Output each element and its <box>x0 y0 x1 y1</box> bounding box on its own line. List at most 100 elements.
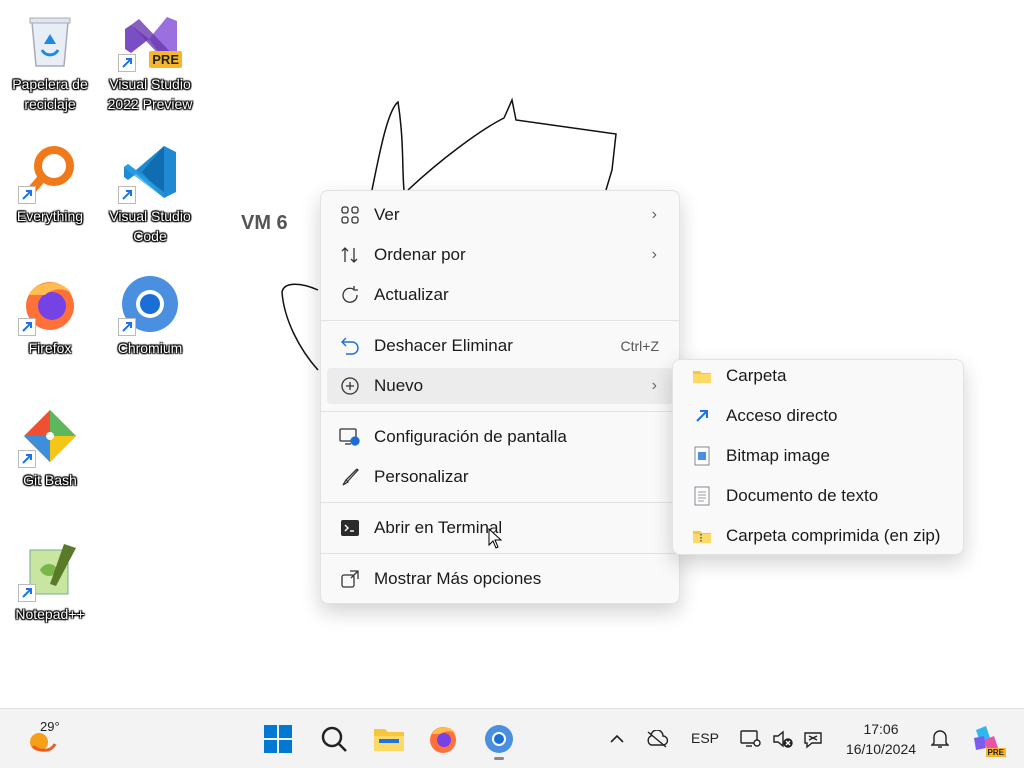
network-button[interactable] <box>793 719 833 759</box>
menu-item-label: Actualizar <box>374 285 449 304</box>
menu-item-label: Abrir en Terminal <box>374 518 503 537</box>
clock-time: 17:06 <box>863 721 899 737</box>
bitmap-icon <box>691 445 713 467</box>
cloud-offline-icon <box>647 730 669 748</box>
windows-logo-icon <box>264 725 292 753</box>
copilot-button[interactable]: PRE <box>966 719 1006 759</box>
submenu-item-carpeta-comprimida[interactable]: Carpeta comprimida (en zip) <box>679 518 959 554</box>
search-button[interactable] <box>314 719 354 759</box>
text-document-icon <box>691 485 713 507</box>
undo-icon <box>339 335 361 357</box>
menu-item-deshacer-eliminar[interactable]: Deshacer Eliminar Ctrl+Z <box>327 328 673 364</box>
menu-item-label: Ordenar por <box>374 245 466 264</box>
file-explorer-icon <box>374 729 404 751</box>
shortcut-arrow-icon <box>118 318 136 336</box>
menu-separator <box>321 502 679 503</box>
chromium-icon <box>485 725 513 753</box>
desktop-icon-visual-studio-2022-preview[interactable]: PRE Visual Studio 2022 Preview <box>102 8 198 114</box>
menu-item-ver[interactable]: Ver › <box>327 197 673 233</box>
desktop-icon-label: Chromium <box>117 340 183 356</box>
notepad-plus-plus-icon <box>18 538 82 602</box>
desktop-icon-label: Everything <box>16 208 84 224</box>
desktop-icon-label: Papelera de reciclaje <box>12 76 88 112</box>
terminal-icon <box>339 517 361 539</box>
plus-circle-icon <box>339 375 361 397</box>
submenu-item-documento-de-texto[interactable]: Documento de texto <box>679 478 959 514</box>
submenu-item-acceso-directo[interactable]: Acceso directo <box>679 398 959 434</box>
show-hidden-icons-button[interactable] <box>597 719 637 759</box>
active-app-indicator <box>494 757 504 760</box>
firefox-icon <box>18 272 82 336</box>
language-indicator[interactable]: ESP <box>691 730 719 746</box>
desktop-icon-label: Git Bash <box>23 472 77 488</box>
copilot-preview-badge: PRE <box>985 748 1006 757</box>
menu-item-shortcut: Ctrl+Z <box>620 338 660 354</box>
shortcut-arrow-icon <box>18 584 36 602</box>
desktop-icon-chromium[interactable]: Chromium <box>102 272 198 358</box>
everything-icon <box>18 140 82 204</box>
desktop-icon-label: Visual Studio 2022 Preview <box>107 76 193 112</box>
weather-temperature: 29° <box>40 719 60 734</box>
menu-item-label: Deshacer Eliminar <box>374 336 513 355</box>
brush-icon <box>339 466 361 488</box>
submenu-item-carpeta[interactable]: Carpeta <box>679 358 959 394</box>
desktop-icon-label: Notepad++ <box>15 606 85 622</box>
clock-date: 16/10/2024 <box>845 741 917 757</box>
menu-item-mostrar-mas-opciones[interactable]: Mostrar Más opciones <box>327 561 673 597</box>
onedrive-button[interactable] <box>637 719 677 759</box>
network-disconnected-icon <box>804 732 822 749</box>
chevron-right-icon: › <box>651 206 657 223</box>
menu-separator <box>321 320 679 321</box>
menu-item-nuevo[interactable]: Nuevo › <box>327 368 673 404</box>
clock[interactable]: 17:06 16/10/2024 <box>836 719 926 759</box>
visual-studio-preview-icon: PRE <box>118 8 182 72</box>
chevron-right-icon: › <box>651 377 657 394</box>
grid-icon <box>339 204 361 226</box>
submenu-item-label: Bitmap image <box>726 446 830 465</box>
menu-item-label: Mostrar Más opciones <box>374 569 542 588</box>
submenu-item-bitmap-image[interactable]: Bitmap image <box>679 438 959 474</box>
menu-separator <box>321 553 679 554</box>
mouse-cursor-icon <box>488 528 503 549</box>
desktop-icon-git-bash[interactable]: Git Bash <box>2 404 98 490</box>
bell-icon <box>931 730 949 748</box>
monitor-icon <box>740 730 761 747</box>
display-settings-icon <box>339 426 361 448</box>
menu-item-label: Configuración de pantalla <box>374 427 567 446</box>
refresh-icon <box>339 284 361 306</box>
preview-badge: PRE <box>149 51 182 68</box>
volume-muted-icon <box>773 730 793 748</box>
start-button[interactable] <box>258 719 298 759</box>
chevron-up-icon <box>610 734 624 743</box>
desktop-icon-label: Visual Studio Code <box>109 208 191 244</box>
menu-item-personalizar[interactable]: Personalizar <box>327 459 673 495</box>
submenu-nuevo: Carpeta Acceso directo Bitmap image Docu… <box>672 359 964 555</box>
desktop-icon-recycle-bin[interactable]: Papelera de reciclaje <box>2 8 98 114</box>
chromium-icon <box>118 272 182 336</box>
file-explorer-button[interactable] <box>369 719 409 759</box>
firefox-taskbar-button[interactable] <box>423 719 463 759</box>
menu-item-ordenar-por[interactable]: Ordenar por › <box>327 237 673 273</box>
desktop-icon-label: Firefox <box>28 340 72 356</box>
submenu-item-label: Acceso directo <box>726 406 838 425</box>
chromium-taskbar-button[interactable] <box>479 719 519 759</box>
menu-item-actualizar[interactable]: Actualizar <box>327 277 673 313</box>
menu-item-label: Nuevo <box>374 376 424 395</box>
menu-item-configuracion-de-pantalla[interactable]: Configuración de pantalla <box>327 419 673 455</box>
shortcut-arrow-icon <box>18 450 36 468</box>
git-bash-icon <box>18 404 82 468</box>
menu-item-label: Personalizar <box>374 467 469 486</box>
desktop-icon-visual-studio-code[interactable]: Visual Studio Code <box>102 140 198 246</box>
search-icon <box>321 726 347 752</box>
more-options-icon <box>339 568 361 590</box>
submenu-item-label: Documento de texto <box>726 486 879 505</box>
desktop-icon-notepad-plus-plus[interactable]: Notepad++ <box>2 538 98 624</box>
folder-icon <box>691 365 713 387</box>
desktop-icon-everything[interactable]: Everything <box>2 140 98 226</box>
notifications-button[interactable] <box>920 719 960 759</box>
shortcut-icon <box>691 405 713 427</box>
vscode-icon <box>118 140 182 204</box>
submenu-item-label: Carpeta <box>726 366 787 385</box>
shortcut-arrow-icon <box>118 186 136 204</box>
desktop-icon-firefox[interactable]: Firefox <box>2 272 98 358</box>
